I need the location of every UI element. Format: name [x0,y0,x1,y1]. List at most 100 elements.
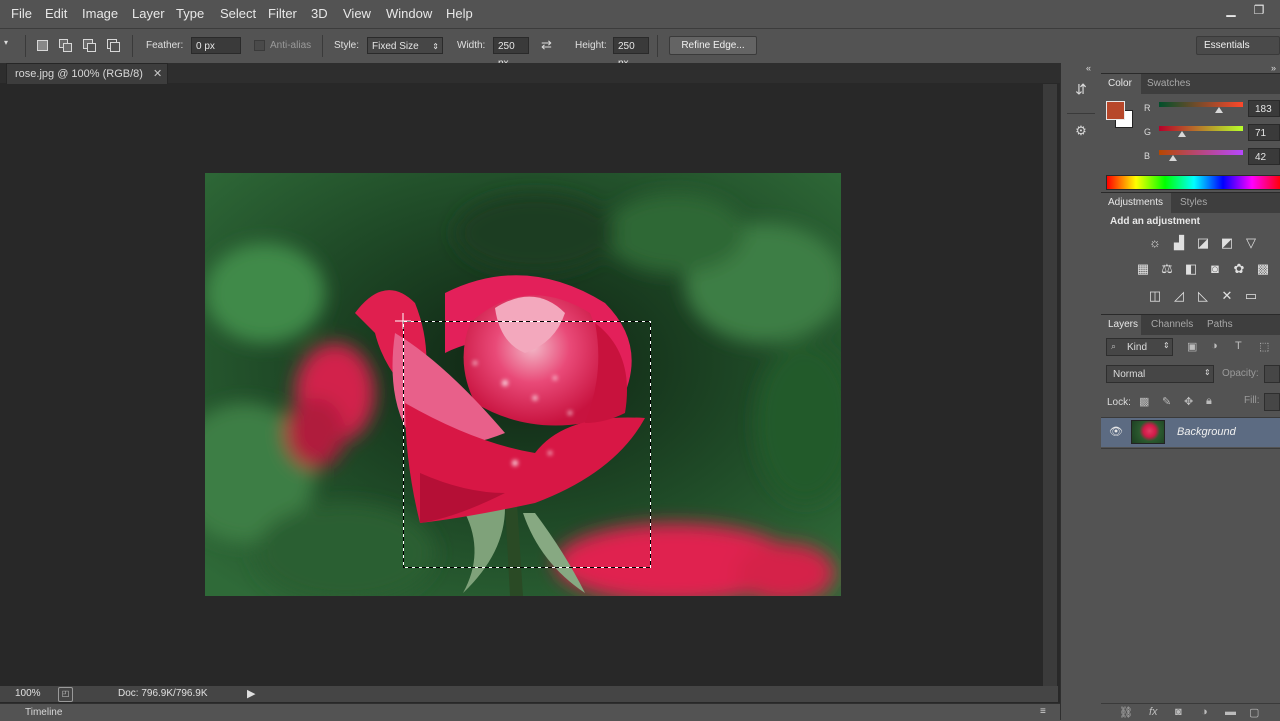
tab-layers[interactable]: Layers [1108,319,1138,330]
expand-panels-icon[interactable]: » [1271,63,1276,73]
photo-filter-icon[interactable]: ◙ [1206,261,1224,277]
lock-image-pixels-icon[interactable]: ✎ [1162,395,1171,408]
up-down-arrows-icon: ⇕ [432,42,439,51]
collapse-panels-icon[interactable]: « [1086,63,1091,73]
black-white-icon[interactable]: ◧ [1182,261,1200,277]
doc-info-icon[interactable]: ◰ [58,687,73,702]
new-selection-icon[interactable] [35,38,49,52]
divider [1067,113,1095,114]
channel-g-slider[interactable] [1159,126,1243,131]
refine-edge-button[interactable]: Refine Edge... [669,36,757,55]
fill-input[interactable] [1264,393,1280,411]
gradient-map-icon[interactable]: ▭ [1242,288,1260,304]
layer-filter-select[interactable]: ⌕ Kind ⇕ [1106,338,1173,356]
channel-r-slider[interactable] [1159,102,1243,107]
menu-file[interactable]: File [11,6,32,21]
new-layer-icon[interactable]: ▢ [1249,706,1259,719]
restore-icon[interactable]: ❐ [1250,3,1268,17]
menu-image[interactable]: Image [82,6,118,21]
curves-icon[interactable]: ◪ [1194,235,1212,251]
style-select[interactable]: Fixed Size ⇕ [367,37,443,54]
channel-g-input[interactable]: 71 [1248,124,1280,141]
menu-help[interactable]: Help [446,6,473,21]
antialias-checkbox[interactable] [254,40,265,51]
lock-transparent-pixels-icon[interactable]: ▩ [1139,395,1149,408]
status-menu-arrow-icon[interactable]: ▶ [247,687,255,700]
invert-icon[interactable]: ◫ [1146,288,1164,304]
tab-channels[interactable]: Channels [1151,319,1193,330]
hue-saturation-icon[interactable]: ▦ [1134,261,1152,277]
shape-layer-filter-icon[interactable]: ⬚ [1259,340,1269,353]
adjustments-panel-tabs: Adjustments Styles [1101,192,1280,213]
menu-window[interactable]: Window [386,6,432,21]
swap-width-height-icon[interactable]: ⇄ [541,37,557,53]
menu-filter[interactable]: Filter [268,6,297,21]
brightness-contrast-icon[interactable]: ☼ [1146,235,1164,251]
tab-adjustments[interactable]: Adjustments [1108,197,1163,208]
threshold-icon[interactable]: ◺ [1194,288,1212,304]
opacity-input[interactable] [1264,365,1280,383]
color-spectrum-bar[interactable] [1106,175,1280,190]
zoom-level[interactable]: 100% [15,688,41,699]
exposure-icon[interactable]: ◩ [1218,235,1236,251]
panel-menu-icon[interactable]: ≡ [1040,706,1046,717]
type-layer-filter-icon[interactable]: T [1235,340,1242,352]
color-panel-tabs: Color Swatches [1101,73,1280,94]
tab-swatches[interactable]: Swatches [1147,78,1190,89]
tab-paths[interactable]: Paths [1207,319,1233,330]
height-input[interactable]: 250 px [613,37,649,69]
channel-g-thumb[interactable] [1178,131,1186,137]
levels-icon[interactable]: ▟ [1170,235,1188,251]
width-input[interactable]: 250 px [493,37,529,69]
properties-panel-icon[interactable]: ⚙ [1070,123,1092,151]
channel-r-input[interactable]: 183 [1248,100,1280,117]
foreground-color-swatch[interactable] [1106,101,1125,120]
channel-b-thumb[interactable] [1169,155,1177,161]
visibility-eye-icon[interactable]: 👁︎ [1109,425,1123,438]
adjustment-layer-filter-icon[interactable]: ◑ [1211,340,1218,352]
minimize-icon[interactable]: ▁ [1222,3,1240,17]
menu-type[interactable]: Type [176,6,204,21]
menu-view[interactable]: View [343,6,371,21]
vibrance-icon[interactable]: ▽ [1242,235,1260,251]
lock-all-icon[interactable]: 🔒︎ [1206,395,1212,408]
blend-mode-select[interactable]: Normal ⇕ [1106,365,1214,383]
subtract-from-selection-icon[interactable] [82,38,96,52]
menu-3d[interactable]: 3D [311,6,328,21]
layer-style-fx-icon[interactable]: fx [1149,706,1158,718]
add-to-selection-icon[interactable] [58,38,72,52]
new-group-icon[interactable]: ▬ [1225,706,1236,718]
menu-layer[interactable]: Layer [132,6,165,21]
search-icon: ⌕ [1111,341,1117,351]
workspace-switcher[interactable]: Essentials [1196,36,1280,55]
channel-r-thumb[interactable] [1215,107,1223,113]
intersect-selection-icon[interactable] [106,38,120,52]
canvas-image[interactable] [205,173,841,596]
tool-preset-picker-icon[interactable]: ▾ [4,38,20,52]
color-balance-icon[interactable]: ⚖ [1158,261,1176,277]
link-layers-icon[interactable]: ⛓ [1119,706,1133,719]
lock-position-icon[interactable]: ✥ [1184,395,1193,408]
layer-row-background[interactable]: 👁︎ Background [1101,418,1280,447]
vertical-scrollbar[interactable] [1043,84,1057,686]
add-mask-icon[interactable]: ◙ [1175,706,1182,718]
menu-select[interactable]: Select [220,6,256,21]
feather-input[interactable]: 0 px [191,37,241,54]
pixel-layer-filter-icon[interactable]: ▣ [1187,340,1197,353]
close-icon[interactable]: ✕ [153,67,162,80]
tab-color[interactable]: Color [1108,78,1132,89]
layer-name[interactable]: Background [1177,426,1236,438]
posterize-icon[interactable]: ◿ [1170,288,1188,304]
options-bar: ▾ Feather: 0 px Anti-alias Style: Fixed … [0,28,1280,69]
new-adjustment-layer-icon[interactable]: ◑ [1201,706,1208,718]
channel-b-input[interactable]: 42 [1248,148,1280,165]
channel-mixer-icon[interactable]: ✿ [1230,261,1248,277]
document-tab[interactable]: rose.jpg @ 100% (RGB/8) ✕ [6,63,168,84]
tab-styles[interactable]: Styles [1180,197,1207,208]
selective-color-icon[interactable]: ✕ [1218,288,1236,304]
color-lookup-icon[interactable]: ▩ [1254,261,1272,277]
menu-edit[interactable]: Edit [45,6,67,21]
timeline-panel-bar[interactable]: Timeline ≡ [0,703,1060,721]
width-label: Width: [457,40,486,51]
history-panel-icon[interactable]: ⇵ [1070,81,1092,109]
